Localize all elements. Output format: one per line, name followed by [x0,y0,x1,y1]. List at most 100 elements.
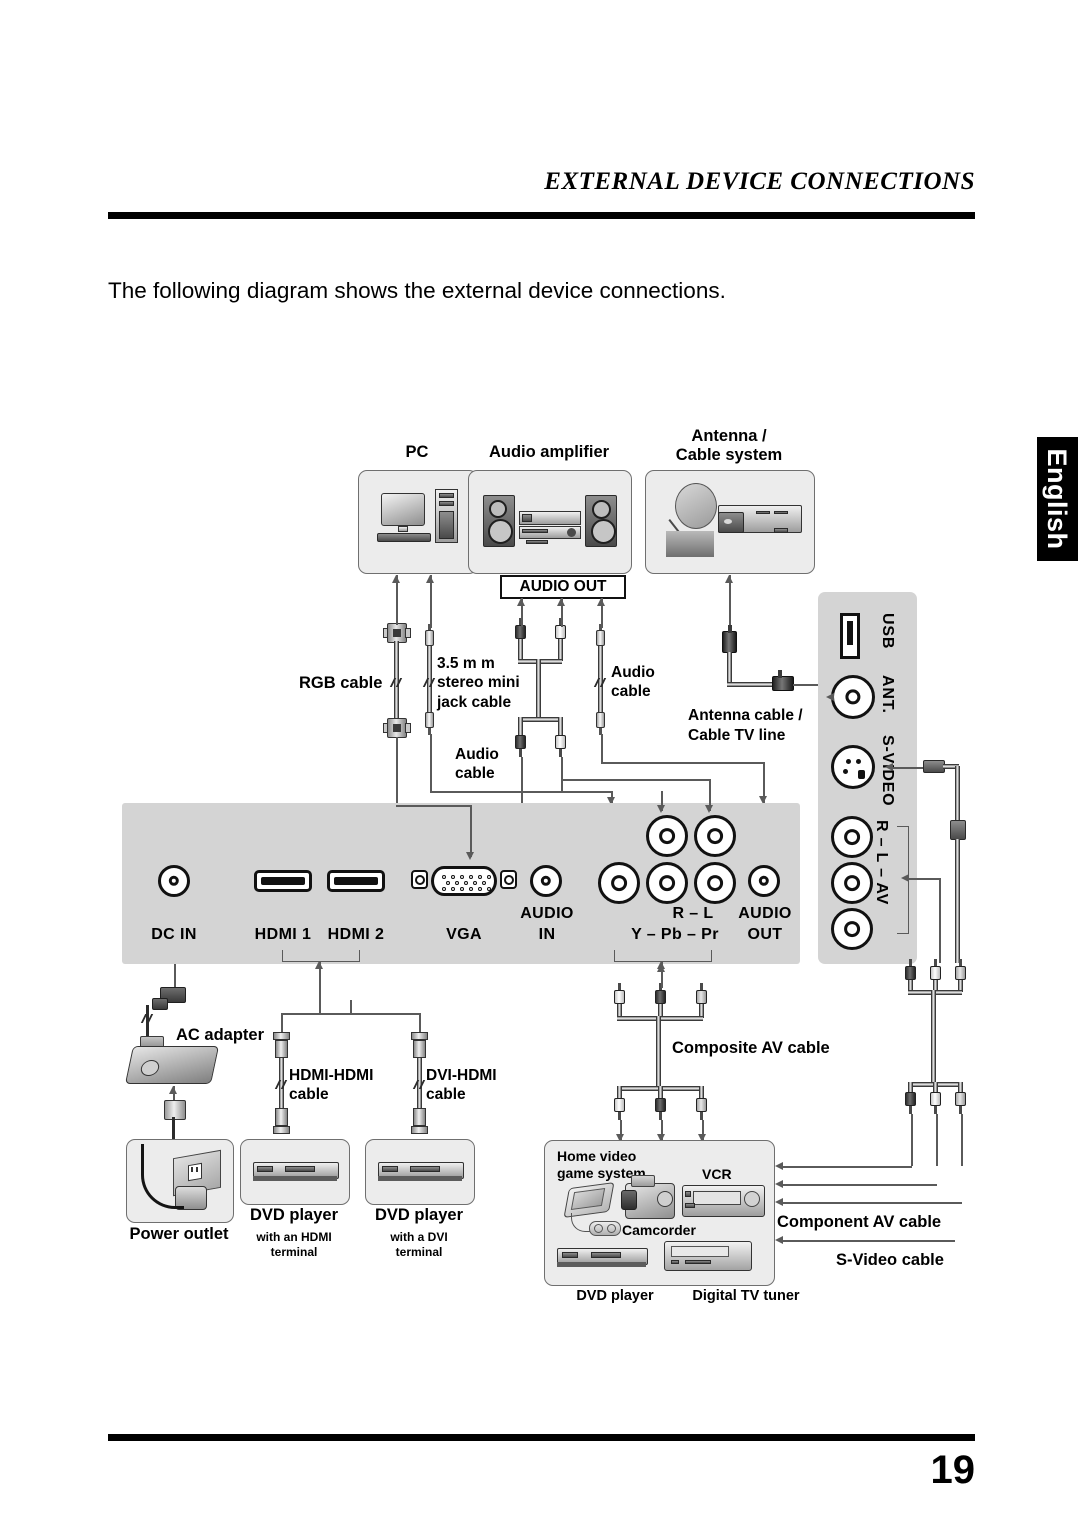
arrow-pc-rgb [392,575,400,583]
audio-cable-upper-label: Audio cable [611,663,683,702]
digital-tv-tuner-label: Digital TV tuner [692,1288,800,1304]
component-av-cable-label: Component AV cable [777,1213,942,1231]
port-vga[interactable] [431,866,497,896]
hdmi-hdmi-cable-line1: HDMI-HDMI [289,1067,374,1084]
dvd-player-dvi-sub2: terminal [395,1245,443,1259]
stereo-cable-line3: jack cable [437,693,512,711]
port-audio-out[interactable] [748,865,780,897]
arrow-ant-feed [826,693,834,701]
vga-screw-right [500,870,517,889]
dvd-player-hdmi-box [240,1139,350,1205]
port-hdmi-2-label: HDMI 2 [327,926,385,943]
port-hdmi-1-label: HDMI 1 [254,926,312,943]
port-component-pr[interactable] [694,862,736,904]
dvd-player-dvi-sub: with a DVI terminal [357,1230,481,1260]
port-av-label: R – L – AV [873,820,890,906]
dvd-player-hdmi-sub1: with an HDMI [256,1230,332,1244]
antenna-cable-system-device-box [645,470,815,574]
power-outlet-box [126,1139,234,1223]
dvd-player-dvi-title: DVD player [374,1206,464,1224]
dvd-player-hdmi-sub2: terminal [270,1245,318,1259]
dvd-player-hdmi-title: DVD player [249,1206,339,1224]
port-usb[interactable] [840,613,860,659]
wire-vga-feed-h [396,805,471,807]
audio-cable-upper-line2: cable [611,683,651,701]
arrow-audio-l [705,805,713,813]
port-usb-label: USB [879,613,896,650]
wire-vga-feed [470,805,472,857]
dvi-hdmi-cable-line1: DVI-HDMI [426,1067,497,1084]
port-audio-r[interactable] [646,815,688,857]
dvd-player-hdmi-sub: with an HDMI terminal [232,1230,356,1260]
vga-screw-left [411,870,428,889]
vcr-label: VCR [702,1166,732,1182]
port-av-r[interactable] [831,908,873,950]
port-ant[interactable] [831,675,875,719]
wire-s-video-to-box [782,1240,955,1242]
port-audio-out-label-2: OUT [747,926,783,943]
wire-audio-l-h [561,779,710,781]
port-vga-label: VGA [446,926,482,943]
dvi-hdmi-cable-label: DVI-HDMI cable [426,1066,536,1105]
antenna-cable-line2: Cable TV line [688,727,786,745]
audio-amplifier-label: Audio amplifier [488,443,610,461]
port-av-l[interactable] [831,862,873,904]
stereo-cable-line2: stereo mini [437,674,520,692]
port-component-y[interactable] [598,862,640,904]
arrow-av-group [901,874,909,882]
s-video-cable-label: S-Video cable [836,1251,944,1269]
wire-av-group [908,878,940,880]
arrow-antenna [725,575,733,583]
port-hdmi-1[interactable] [254,870,312,892]
hdmi-hdmi-cable-label: HDMI-HDMI cable [289,1066,409,1105]
audio-out-callout-label: AUDIO OUT [519,578,607,595]
port-av-video[interactable] [831,816,873,858]
arrow-amp-3 [597,598,605,606]
pc-device-box [358,470,478,574]
dvd-player-dvi-box [365,1139,475,1205]
arrow-hdmi-group [315,961,323,969]
intro-text: The following diagram shows the external… [108,278,726,303]
ac-adapter-label: AC adapter [176,1026,265,1044]
port-hdmi-2[interactable] [327,870,385,892]
antenna-cable-label: Antenna cable / Cable TV line [688,706,820,746]
port-s-video[interactable] [831,745,875,789]
audio-cable-lower-label: Audio cable [455,745,527,784]
port-component-pb[interactable] [646,862,688,904]
port-ant-label: ANT. [879,675,896,714]
antenna-cable-system-label-line1: Antenna / [691,427,767,445]
audio-out-callout-box: AUDIO OUT [500,575,626,599]
page-title: EXTERNAL DEVICE CONNECTIONS [544,168,975,195]
antenna-cable-system-label-line2: Cable system [675,445,783,464]
power-outlet-label: Power outlet [129,1225,229,1243]
hdmi-hdmi-cable-line2: cable [289,1086,329,1104]
port-dc-in-label: DC IN [151,926,197,943]
antenna-cable-system-label: Antenna / Cable system [645,427,813,465]
arrow-audio-r [657,805,665,813]
port-dc-in[interactable] [158,865,190,897]
group-dvd-player-label: DVD player [576,1288,654,1304]
arrow-pc-audio [426,575,434,583]
audio-cable-lower-line1: Audio [455,746,499,763]
arrow-amp-2 [557,598,565,606]
port-audio-l[interactable] [694,815,736,857]
arrow-vga-feed [466,852,474,860]
av-source-group-box: Home video game system VCR Camcorder [544,1140,775,1286]
antenna-cable-line1: Antenna cable / [688,707,803,724]
dvd-player-dvi-sub1: with a DVI [390,1230,448,1244]
satellite-dish-icon [675,483,717,529]
audio-cable-upper-line1: Audio [611,664,655,681]
header-rule [108,212,975,219]
port-audio-in[interactable] [530,865,562,897]
pc-label: PC [405,443,429,461]
footer-rule [108,1434,975,1441]
page-number: 19 [930,1448,976,1492]
audio-cable-lower-line2: cable [455,765,495,783]
composite-av-cable-label: Composite AV cable [672,1039,830,1057]
arrow-s-video-to-box [775,1236,783,1244]
arrow-amp-1 [517,598,525,606]
home-video-game-system-line1: Home video [557,1148,637,1164]
port-audio-in-label-2: IN [538,926,556,943]
audio-amplifier-device-box [468,470,632,574]
ac-adapter-brick [124,1046,220,1084]
